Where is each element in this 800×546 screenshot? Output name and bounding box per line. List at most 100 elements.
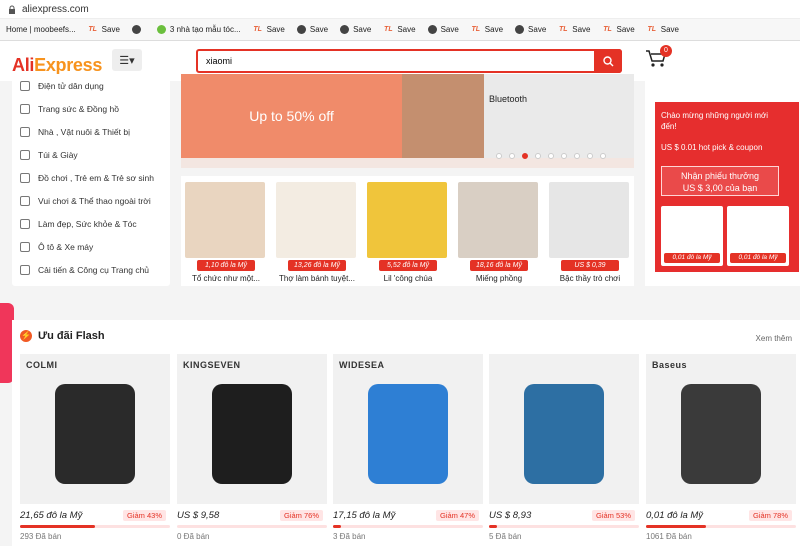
bookmark-item[interactable]: 3 nhà tạo mẫu tóc... bbox=[156, 25, 241, 34]
carousel-dots bbox=[496, 153, 613, 159]
tool-icon bbox=[20, 265, 30, 275]
bookmark-label: Save bbox=[484, 25, 504, 34]
bookmark-item[interactable]: TL Save bbox=[88, 25, 120, 35]
deal-price: US $ 8,93 bbox=[489, 510, 532, 521]
bookmark-label: Save bbox=[101, 25, 120, 34]
carousel-dot[interactable] bbox=[587, 153, 593, 159]
sold-progress-fill bbox=[20, 525, 95, 528]
flash-deal-card[interactable]: Baseus 0,01 đô la Mỹ Giảm 78% 1061 Đã bán bbox=[646, 354, 796, 541]
bookmark-item[interactable]: TL Save bbox=[253, 25, 285, 35]
see-more-link[interactable]: Xem thêm bbox=[756, 334, 792, 343]
category-item[interactable]: Cải tiến & Công cụ Trang chủ bbox=[20, 263, 149, 277]
deal-product-shape bbox=[681, 384, 761, 484]
bookmark-label: Save bbox=[309, 25, 329, 34]
bookmark-label: Save bbox=[353, 25, 372, 34]
product-image bbox=[185, 182, 265, 258]
deal-product-shape bbox=[524, 384, 604, 484]
aliexpress-logo[interactable]: AliExpress bbox=[12, 55, 102, 76]
carousel-dot[interactable] bbox=[561, 153, 567, 159]
url-text: aliexpress.com bbox=[22, 3, 89, 15]
category-item[interactable]: Đồ chơi , Trẻ em & Trẻ sơ sinh bbox=[20, 171, 154, 185]
bookmark-item[interactable]: Save bbox=[340, 25, 371, 34]
discount-badge: Giảm 47% bbox=[435, 510, 479, 521]
carousel-dot[interactable] bbox=[522, 153, 528, 159]
product-name: Bậc thầy trò chơi bbox=[559, 274, 621, 283]
tl-icon: TL bbox=[471, 26, 481, 33]
sold-count: 0 Đã bán bbox=[177, 532, 210, 541]
bookmark-item[interactable]: TL Save bbox=[603, 25, 635, 35]
deal-product-shape bbox=[368, 384, 448, 484]
carousel-dot[interactable] bbox=[509, 153, 515, 159]
bookmark-label: Save bbox=[616, 25, 635, 34]
strip-product-card[interactable]: 18,16 đô la Mỹ Miếng phồng bbox=[456, 182, 542, 283]
category-item[interactable]: Điện tử dân dụng bbox=[20, 79, 104, 93]
tl-icon: TL bbox=[384, 26, 393, 33]
mini-product-cable[interactable]: 0,01 đô la Mỹ bbox=[661, 206, 723, 266]
carousel-dot[interactable] bbox=[548, 153, 554, 159]
bookmark-item[interactable]: TL Save bbox=[558, 25, 591, 35]
carousel-dot[interactable] bbox=[535, 153, 541, 159]
product-strip: 1,10 đô la Mỹ Tổ chức như một... 13,26 đô … bbox=[181, 176, 634, 286]
flash-deal-card[interactable]: COLMI 21,65 đô la Mỹ Giảm 43% 293 Đã bán bbox=[20, 354, 170, 541]
product-image bbox=[549, 182, 629, 258]
category-label: Làm đẹp, Sức khỏe & Tóc bbox=[38, 219, 137, 229]
bookmarks-bar: Home | moobeefs... TL Save 3 nhà tạo mẫu tó… bbox=[0, 19, 800, 41]
flash-deal-card[interactable]: KINGSEVEN US $ 9,58 Giảm 76% 0 Đã bán bbox=[177, 354, 327, 541]
price-tag: 5,52 đô la Mỹ bbox=[379, 260, 437, 271]
strip-product-card[interactable]: US $ 0,39 Bậc thầy trò chơi bbox=[547, 182, 633, 283]
bookmark-item[interactable]: TL Save bbox=[383, 25, 416, 35]
strip-product-card[interactable]: 13,26 đô la Mỹ Thợ làm bánh tuyệt... bbox=[274, 182, 360, 283]
flash-icon: ⚡ bbox=[20, 330, 32, 342]
bookmark-item[interactable] bbox=[131, 25, 145, 34]
bookmark-item[interactable]: TL Save bbox=[647, 25, 679, 35]
flash-deals-title: ⚡ Ưu đãi Flash bbox=[20, 330, 105, 342]
category-item[interactable]: Vui chơi & Thể thao ngoài trời bbox=[20, 194, 151, 208]
flash-deal-card[interactable]: WIDESEA 17,15 đô la Mỹ Giảm 47% 3 Đã bán bbox=[333, 354, 483, 541]
bookmark-item[interactable]: Home | moobeefs... bbox=[6, 25, 76, 34]
address-bar[interactable]: aliexpress.com bbox=[0, 0, 800, 19]
tl-icon: TL bbox=[603, 26, 612, 33]
product-image bbox=[458, 182, 538, 258]
cart-button[interactable]: 0 bbox=[644, 45, 674, 73]
product-image bbox=[276, 182, 356, 258]
carousel-dot[interactable] bbox=[574, 153, 580, 159]
discount-badge: Giảm 78% bbox=[748, 510, 792, 521]
category-item[interactable]: Ô tô & Xe máy bbox=[20, 240, 93, 254]
bookmark-item[interactable]: TL Save bbox=[471, 25, 504, 35]
deal-product-shape bbox=[212, 384, 292, 484]
deal-brand: COLMI bbox=[26, 360, 58, 370]
tl-icon: TL bbox=[558, 26, 568, 33]
strip-product-card[interactable]: 1,10 đô la Mỹ Tổ chức như một... bbox=[183, 182, 269, 283]
search-input[interactable] bbox=[198, 51, 593, 71]
bookmark-label: 3 nhà tạo mẫu tóc... bbox=[169, 25, 241, 34]
product-name: Miếng phồng bbox=[475, 274, 523, 283]
bookmark-item[interactable]: Save bbox=[427, 25, 459, 34]
coupon-line-1: Nhận phiếu thưởng bbox=[681, 171, 759, 181]
category-label: Đồ chơi , Trẻ em & Trẻ sơ sinh bbox=[38, 173, 155, 183]
category-menu-button[interactable]: ☰▾ bbox=[112, 49, 142, 71]
sold-progress-bar bbox=[646, 525, 796, 528]
banner-promo[interactable]: Up to 50% off bbox=[181, 74, 402, 158]
category-item[interactable]: Trang sức & Đồng hồ bbox=[20, 102, 119, 116]
carousel-dot[interactable] bbox=[600, 153, 606, 159]
bookmark-item[interactable]: Save bbox=[515, 25, 546, 34]
mini-product-earbuds[interactable]: 0,01 đô la Mỹ bbox=[727, 206, 789, 266]
deal-brand: Baseus bbox=[652, 360, 688, 370]
coupon-button[interactable]: Nhận phiếu thưởng US $ 3,00 của bạn bbox=[661, 166, 779, 196]
globe-icon bbox=[340, 25, 350, 34]
bookmark-label: Save bbox=[397, 25, 416, 34]
price-tag: 18,16 đô la Mỹ bbox=[470, 260, 528, 271]
mini-price-tag: 0,01 đô la Mỹ bbox=[730, 253, 786, 263]
bookmark-item[interactable]: Save bbox=[296, 25, 329, 34]
promo-deal: US $ 0.01 hot pick & coupon bbox=[661, 143, 763, 152]
sold-count: 3 Đã bán bbox=[333, 532, 366, 541]
search-button[interactable] bbox=[594, 49, 622, 73]
bluetooth-label: Bluetooth bbox=[489, 94, 528, 104]
flash-deal-card[interactable]: US $ 8,93 Giảm 53% 5 Đã bán bbox=[489, 354, 639, 541]
carousel-dot[interactable] bbox=[496, 153, 502, 159]
strip-product-card[interactable]: 5,52 đô la Mỹ Lil 'công chúa bbox=[365, 182, 451, 283]
category-item[interactable]: Túi & Giày bbox=[20, 148, 78, 162]
deal-image: COLMI bbox=[20, 354, 170, 504]
category-item[interactable]: Nhà , Vật nuôi & Thiết bị bbox=[20, 125, 130, 139]
category-item[interactable]: Làm đẹp, Sức khỏe & Tóc bbox=[20, 217, 137, 231]
